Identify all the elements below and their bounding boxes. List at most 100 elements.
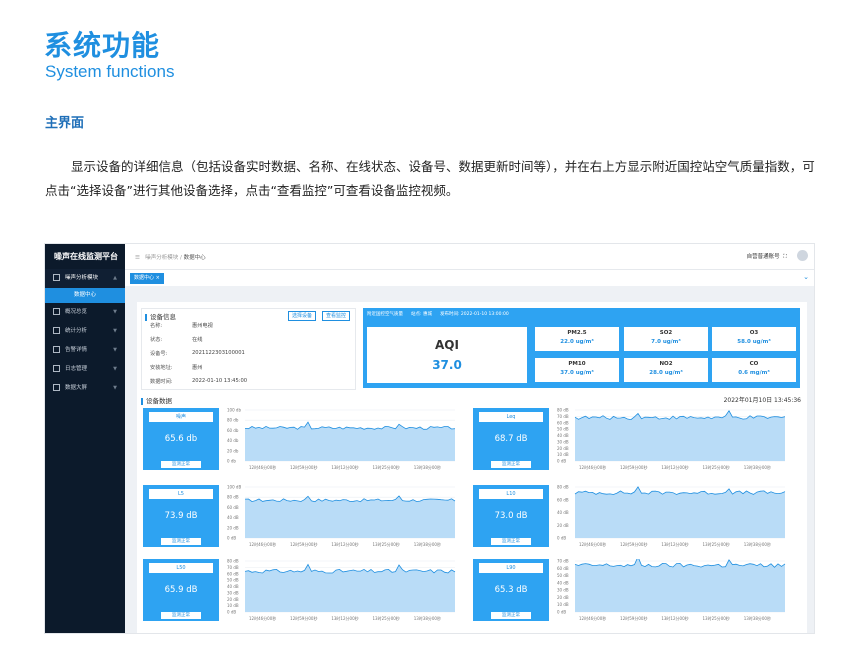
select-device-button[interactable]: 选择设备: [288, 311, 317, 321]
y-tick-label: 0 dB: [227, 610, 236, 615]
fullscreen-icon[interactable]: ⛶: [783, 254, 787, 260]
y-tick-label: 40 dB: [227, 584, 239, 589]
y-tick-label: 60 dB: [557, 566, 569, 571]
avatar[interactable]: [797, 250, 808, 261]
y-tick-label: 20 dB: [557, 446, 569, 451]
breadcrumb-root[interactable]: 噪声分析模块: [145, 255, 178, 261]
x-tick-label: 13时38分00秒: [744, 541, 771, 547]
doc-title-cn: 系统功能: [44, 29, 161, 62]
y-tick-label: 30 dB: [557, 588, 569, 593]
x-tick-label: 13时38分00秒: [744, 464, 771, 470]
y-tick-label: 30 dB: [557, 439, 569, 444]
metric-chart: 100 dB 80 dB 60 dB 40 dB 20 dB 0 dB 12时46分00秒 1…: [227, 485, 456, 547]
device-row: 安装地址: 惠州: [150, 365, 203, 371]
y-tick-label: 20 db: [227, 448, 239, 453]
metric-value: 68.7 dB: [494, 434, 528, 444]
area-fill: [575, 559, 785, 612]
metric-value: 73.0 dB: [494, 511, 528, 521]
y-tick-label: 50 dB: [557, 427, 569, 432]
tab-bar: 数据中心 × ⌄: [125, 270, 814, 286]
y-tick-label: 80 db: [227, 418, 239, 423]
y-tick-label: 40 dB: [557, 433, 569, 438]
pollutant-so2: SO2 7.0 ug/m³: [624, 327, 708, 351]
x-tick-label: 13时25分00秒: [373, 464, 400, 470]
metric-chart: 80 dB70 dB60 dB 50 dB40 dB30 dB 20 dB10 dB…: [227, 559, 456, 621]
x-tick-label: 13时38分00秒: [414, 464, 441, 470]
device-data-title: 设备数据: [141, 395, 172, 405]
chevron-down-icon[interactable]: ⌄: [803, 273, 809, 281]
metric-value: 73.9 dB: [164, 511, 198, 521]
chevron-up-icon: ▲: [113, 275, 117, 281]
metric-name: L5: [149, 489, 213, 499]
y-tick-label: 50 dB: [227, 578, 239, 583]
chevron-down-icon: ▼: [113, 347, 117, 353]
metric-card-l50: L50 65.9 dB 监测正常: [143, 559, 219, 621]
y-tick-label: 0 dB: [557, 459, 566, 464]
metric-status: 监测正常: [491, 461, 531, 468]
metric-value: 65.9 dB: [164, 585, 198, 595]
sidebar: 噪声在线监测平台 噪声分析模块 ▲ 数据中心 概况总览 ▼ 统计分析 ▼ 告警详情 ▼ …: [45, 244, 125, 633]
sidebar-item-noise-analysis[interactable]: 噪声分析模块 ▲: [45, 269, 125, 288]
breadcrumb: ☰ 噪声分析模块 / 数据中心: [135, 253, 206, 261]
x-tick-label: 12时59分00秒: [620, 464, 647, 470]
device-info-title: 设备信息: [145, 311, 176, 321]
user-account[interactable]: 自营普通账号 ⛶: [747, 252, 794, 261]
metric-chart: 100 db 80 db 60 db 40 db 20 db 0 db 12时46分00秒 1…: [227, 408, 456, 470]
x-tick-label: 12时59分00秒: [290, 464, 317, 470]
tab-data-center[interactable]: 数据中心 ×: [130, 273, 164, 284]
x-tick-label: 13时12分00秒: [331, 541, 358, 547]
x-tick-label: 13时38分00秒: [414, 615, 441, 621]
x-tick-label: 12时59分00秒: [620, 615, 647, 621]
x-tick-label: 13时25分00秒: [703, 541, 730, 547]
sidebar-item-alarms[interactable]: 告警详情 ▼: [45, 341, 125, 360]
x-tick-label: 12时59分00秒: [290, 615, 317, 621]
x-tick-label: 13时12分00秒: [661, 464, 688, 470]
sidebar-item-logs[interactable]: 日志管理 ▼: [45, 360, 125, 379]
doc-title-en: System functions: [45, 62, 175, 81]
metric-name: L90: [479, 563, 543, 573]
y-tick-label: 60 db: [227, 428, 239, 433]
view-monitor-button[interactable]: 查看监控: [322, 311, 351, 321]
sidebar-item-overview[interactable]: 概况总览 ▼: [45, 303, 125, 322]
y-tick-label: 20 dB: [227, 597, 239, 602]
y-tick-label: 20 dB: [227, 525, 239, 530]
y-tick-label: 100 dB: [227, 485, 241, 490]
chevron-down-icon: ▼: [113, 366, 117, 372]
y-tick-label: 10 dB: [557, 602, 569, 607]
metric-card-l10: L10 73.0 dB 监测正常: [473, 485, 549, 547]
x-tick-label: 12时59分00秒: [290, 541, 317, 547]
aqi-box: AQI 37.0: [367, 327, 527, 383]
x-tick-label: 13时12分00秒: [331, 464, 358, 470]
y-tick-label: 60 dB: [557, 420, 569, 425]
metric-status: 监测正常: [161, 538, 201, 545]
metric-card-l5: L5 73.9 dB 监测正常: [143, 485, 219, 547]
pollutant-pm10: PM10 37.0 ug/m³: [535, 358, 619, 382]
sidebar-item-big-screen[interactable]: 数据大屏 ▼: [45, 379, 125, 398]
series-line: [574, 486, 786, 495]
bar-chart-icon: [53, 327, 60, 334]
y-tick-label: 40 db: [227, 438, 239, 443]
top-bar: ☰ 噪声分析模块 / 数据中心 自营普通账号 ⛶: [125, 244, 814, 270]
device-info-panel: 设备信息 选择设备 查看监控 名称: 惠州电视 状态: 在线 设备号: 2021122…: [141, 308, 356, 390]
x-tick-label: 13时25分00秒: [703, 464, 730, 470]
y-tick-label: 80 dB: [227, 559, 239, 564]
app-screenshot: 噪声在线监测平台 噪声分析模块 ▲ 数据中心 概况总览 ▼ 统计分析 ▼ 告警详情 ▼ …: [44, 243, 815, 634]
metric-value: 65.6 db: [164, 434, 198, 444]
pollutant-pm25: PM2.5 22.0 ug/m³: [535, 327, 619, 351]
metric-status: 监测正常: [491, 612, 531, 619]
x-tick-label: 12时59分00秒: [620, 541, 647, 547]
device-row: 名称: 惠州电视: [150, 323, 213, 329]
sidebar-item-statistics[interactable]: 统计分析 ▼: [45, 322, 125, 341]
air-quality-panel: 附近国控空气质量 站点: 惠城 发布时间: 2022-01-10 13:00:00 …: [363, 308, 800, 388]
description-paragraph: 显示设备的详细信息（包括设备实时数据、名称、在线状态、设备号、数据更新时间等），…: [45, 159, 815, 198]
y-tick-label: 0 dB: [557, 610, 566, 615]
metric-name: L50: [149, 563, 213, 573]
sidebar-item-data-center[interactable]: 数据中心: [45, 288, 125, 303]
y-tick-label: 100 db: [227, 408, 241, 413]
metric-chart: 80 dB70 dB60 dB 50 dB40 dB30 dB 20 dB10 dB…: [557, 408, 786, 470]
section-heading: 主界面: [45, 116, 85, 131]
menu-toggle-icon[interactable]: ☰: [135, 255, 140, 261]
y-tick-label: 0 db: [227, 459, 236, 464]
breadcrumb-current: 数据中心: [183, 255, 206, 261]
y-tick-label: 20 dB: [557, 595, 569, 600]
